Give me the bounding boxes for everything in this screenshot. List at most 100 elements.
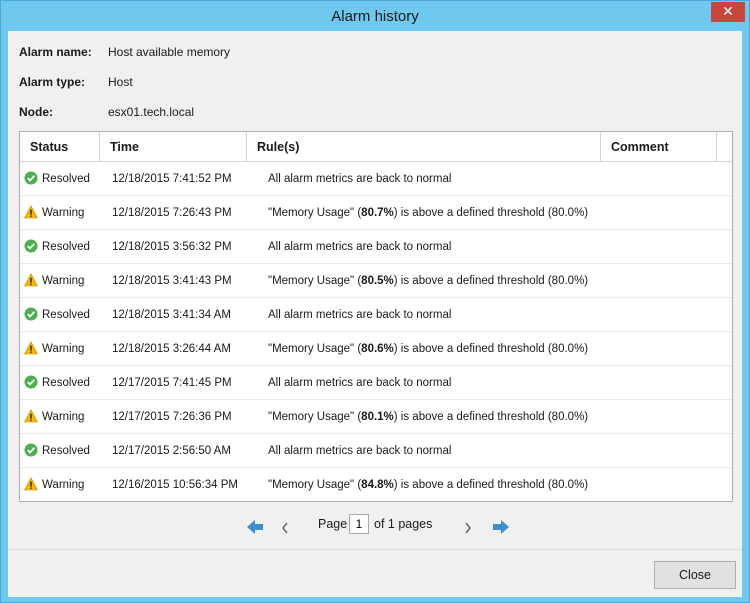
table-row[interactable]: Warning 12/16/2015 10:56:34 PM "Memory Usa…	[20, 468, 732, 501]
first-page-icon[interactable]	[246, 516, 264, 538]
title-bar[interactable]: Alarm history ✕	[1, 1, 749, 31]
status-cell: Resolved	[24, 162, 104, 196]
comment-cell	[602, 434, 717, 468]
rule-value: 80.6%	[361, 343, 394, 355]
time-cell: 12/18/2015 3:56:32 PM	[112, 241, 232, 253]
status-text: Resolved	[42, 309, 90, 321]
status-cell: Warning	[24, 400, 104, 434]
rule-text-tail: ) is above a defined threshold (80.0%)	[393, 343, 589, 355]
rule-text-tail: ) is above a defined threshold (80.0%)	[393, 207, 589, 219]
column-header-rules[interactable]: Rule(s)	[247, 132, 601, 162]
alarm-name-label: Alarm name:	[19, 45, 92, 59]
rule-cell: "Memory Usage" (80.7%) is above a define…	[268, 196, 608, 230]
time-cell: 12/18/2015 7:41:52 PM	[112, 173, 232, 185]
table-row[interactable]: Resolved 12/18/2015 7:41:52 PM All alarm m…	[20, 162, 732, 196]
table-row[interactable]: Resolved 12/17/2015 7:41:45 PM All alarm m…	[20, 366, 732, 400]
time-cell: 12/18/2015 7:26:43 PM	[112, 207, 232, 219]
status-text: Resolved	[42, 173, 90, 185]
time-cell: 12/18/2015 3:41:34 AM	[112, 309, 231, 321]
alarm-type-value: Host	[108, 75, 133, 89]
page-label: Page	[318, 517, 348, 531]
warning-triangle-icon	[24, 205, 38, 219]
rule-value: 84.8%	[361, 479, 394, 491]
warning-triangle-icon	[24, 341, 38, 355]
comment-cell	[602, 400, 717, 434]
node-label: Node:	[19, 105, 53, 119]
alarm-type-label: Alarm type:	[19, 75, 86, 89]
rule-text: "Memory Usage" (	[268, 207, 362, 219]
rule-cell: "Memory Usage" (80.6%) is above a define…	[268, 332, 608, 366]
table-row[interactable]: Warning 12/17/2015 7:26:36 PM "Memory Usag…	[20, 400, 732, 434]
rule-cell: All alarm metrics are back to normal	[268, 230, 608, 264]
warning-triangle-icon	[24, 477, 38, 491]
rule-text: "Memory Usage" (	[268, 275, 362, 287]
table-row[interactable]: Warning 12/18/2015 3:26:44 AM "Memory Usag…	[20, 332, 732, 366]
rule-cell: All alarm metrics are back to normal	[268, 298, 608, 332]
rule-text-tail: ) is above a defined threshold (80.0%)	[393, 479, 589, 491]
close-icon: ✕	[722, 4, 734, 20]
column-header-status[interactable]: Status	[20, 132, 100, 162]
time-cell: 12/16/2015 10:56:34 PM	[112, 479, 238, 491]
table-row[interactable]: Resolved 12/18/2015 3:56:32 PM All alarm m…	[20, 230, 732, 264]
rule-text: "Memory Usage" (	[268, 411, 362, 423]
table-body: Resolved 12/18/2015 7:41:52 PM All alarm m…	[20, 162, 732, 501]
table-row[interactable]: Resolved 12/17/2015 2:56:50 AM All alarm m…	[20, 434, 732, 468]
check-circle-icon	[24, 375, 38, 389]
status-cell: Warning	[24, 468, 104, 501]
comment-cell	[602, 230, 717, 264]
page-number-input[interactable]	[349, 514, 369, 534]
rule-text-tail: ) is above a defined threshold (80.0%)	[393, 275, 589, 287]
table-row[interactable]: Resolved 12/18/2015 3:41:34 AM All alarm m…	[20, 298, 732, 332]
status-cell: Warning	[24, 196, 104, 230]
status-cell: Warning	[24, 264, 104, 298]
rule-cell: "Memory Usage" (80.5%) is above a define…	[268, 264, 608, 298]
comment-cell	[602, 264, 717, 298]
check-circle-icon	[24, 443, 38, 457]
status-text: Warning	[42, 479, 85, 491]
rule-text: All alarm metrics are back to normal	[268, 241, 452, 253]
check-circle-icon	[24, 307, 38, 321]
warning-triangle-icon	[24, 409, 38, 423]
time-cell: 12/18/2015 3:41:43 PM	[112, 275, 232, 287]
alarm-name-value: Host available memory	[108, 45, 231, 59]
check-circle-icon	[24, 171, 38, 185]
rule-cell: "Memory Usage" (84.8%) is above a define…	[268, 468, 608, 501]
status-text: Warning	[42, 343, 85, 355]
rule-value: 80.7%	[361, 207, 394, 219]
status-text: Resolved	[42, 377, 90, 389]
status-cell: Resolved	[24, 366, 104, 400]
status-cell: Resolved	[24, 434, 104, 468]
rule-value: 80.1%	[361, 411, 394, 423]
dialog-button-bar: Close	[8, 549, 742, 597]
rule-text: All alarm metrics are back to normal	[268, 377, 452, 389]
table-header: Status Time Rule(s) Comment	[20, 132, 732, 162]
comment-cell	[602, 332, 717, 366]
rule-cell: "Memory Usage" (80.1%) is above a define…	[268, 400, 608, 434]
previous-page-icon[interactable]	[280, 517, 290, 539]
dialog-client-area: Alarm name: Host available memory Alarm …	[8, 31, 742, 597]
warning-triangle-icon	[24, 273, 38, 287]
check-circle-icon	[24, 239, 38, 253]
rule-cell: All alarm metrics are back to normal	[268, 162, 608, 196]
rule-cell: All alarm metrics are back to normal	[268, 366, 608, 400]
column-header-time[interactable]: Time	[100, 132, 247, 162]
node-value: esx01.tech.local	[108, 105, 195, 119]
time-cell: 12/17/2015 7:26:36 PM	[112, 411, 232, 423]
close-button[interactable]: Close	[654, 561, 736, 589]
rule-text-tail: ) is above a defined threshold (80.0%)	[393, 411, 589, 423]
last-page-icon[interactable]	[492, 516, 510, 538]
time-cell: 12/18/2015 3:26:44 AM	[112, 343, 231, 355]
status-text: Warning	[42, 207, 85, 219]
table-row[interactable]: Warning 12/18/2015 7:26:43 PM "Memory Usag…	[20, 196, 732, 230]
status-cell: Warning	[24, 332, 104, 366]
column-header-comment[interactable]: Comment	[601, 132, 717, 162]
status-text: Resolved	[42, 445, 90, 457]
rule-text: "Memory Usage" (	[268, 343, 362, 355]
table-row[interactable]: Warning 12/18/2015 3:41:43 PM "Memory Usag…	[20, 264, 732, 298]
window-close-button[interactable]: ✕	[711, 2, 745, 22]
window-title: Alarm history	[331, 8, 419, 25]
next-page-icon[interactable]	[463, 517, 473, 539]
comment-cell	[602, 366, 717, 400]
rule-text: All alarm metrics are back to normal	[268, 309, 452, 321]
alarm-history-window: Alarm history ✕ Alarm name: Host availab…	[0, 0, 750, 603]
